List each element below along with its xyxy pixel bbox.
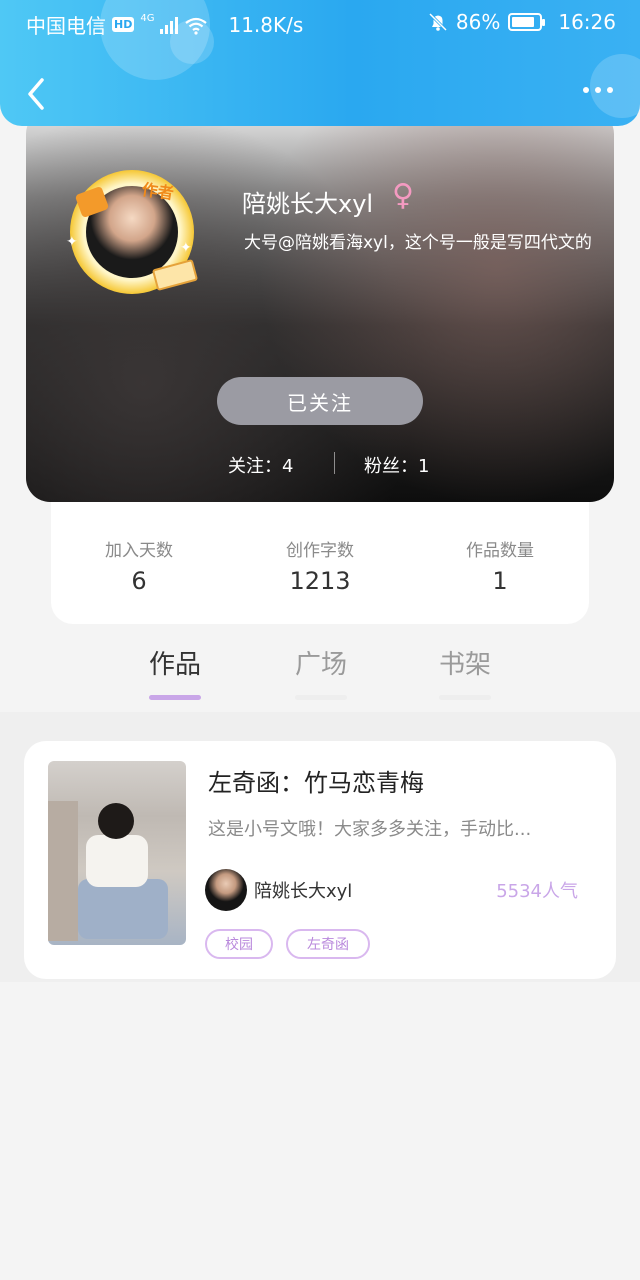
battery-percent: 86% xyxy=(455,10,501,34)
carrier-label: 中国电信 xyxy=(26,14,106,38)
wifi-icon xyxy=(184,16,208,35)
stat-value: 1 xyxy=(492,567,508,595)
work-cover-image xyxy=(48,761,186,945)
popularity-count: 5534人气 xyxy=(496,881,578,902)
stat-word-count: 创作字数 1213 xyxy=(250,536,390,595)
hd-badge: HD xyxy=(112,17,135,32)
tab-label: 书架 xyxy=(438,650,491,680)
follow-stats: 关注：4 粉丝：1 xyxy=(26,450,614,480)
stat-label: 创作字数 xyxy=(286,541,354,561)
author-name: 陪姚长大xyl xyxy=(254,881,353,902)
stat-value: 6 xyxy=(131,567,147,595)
stat-works-count: 作品数量 1 xyxy=(430,536,570,595)
author-badge: 作者 xyxy=(140,179,175,204)
following-count[interactable]: 关注：4 xyxy=(228,452,293,478)
more-horizontal-icon xyxy=(583,87,589,93)
stat-label: 加入天数 xyxy=(105,541,173,561)
female-icon: ♀ xyxy=(392,178,414,213)
tag-chip[interactable]: 左奇函 xyxy=(286,929,370,959)
status-bar: 中国电信 HD 4G 11.8K/s 86% 16:26 xyxy=(0,0,640,44)
tab-underline xyxy=(295,695,347,700)
top-header: 中国电信 HD 4G 11.8K/s 86% 16:26 xyxy=(0,0,640,126)
fans-count[interactable]: 粉丝：1 xyxy=(364,452,429,478)
network-speed: 11.8K/s xyxy=(228,12,304,37)
tab-square[interactable]: 广场 xyxy=(276,644,366,700)
tab-underline xyxy=(439,695,491,700)
tag-chip[interactable]: 校园 xyxy=(205,929,273,959)
tab-bar: 作品 广场 书架 xyxy=(0,640,640,712)
profile-card: 作者 ✦ ✦ 陪姚长大xyl ♀ 大号@陪姚看海xyl，这个号一般是写四代文的 … xyxy=(26,110,614,502)
sparkle-icon: ✦ xyxy=(66,234,78,250)
back-button[interactable] xyxy=(20,74,56,114)
profile-bio: 大号@陪姚看海xyl，这个号一般是写四代文的 xyxy=(244,233,592,253)
divider xyxy=(334,452,335,474)
tab-bookshelf[interactable]: 书架 xyxy=(420,644,510,700)
network-type: 4G xyxy=(140,13,155,24)
work-title: 左奇函：竹马恋青梅 xyxy=(208,769,424,797)
stat-join-days: 加入天数 6 xyxy=(69,536,209,595)
tab-underline xyxy=(149,695,201,700)
signal-icon xyxy=(160,16,179,34)
work-description: 这是小号文哦！大家多多关注，手动比... xyxy=(208,819,532,840)
tab-label: 广场 xyxy=(294,650,347,680)
battery-icon xyxy=(508,13,546,31)
author-avatar xyxy=(205,869,247,911)
tab-label: 作品 xyxy=(148,650,201,680)
more-options-button[interactable] xyxy=(578,80,618,100)
avatar[interactable]: 作者 ✦ ✦ xyxy=(66,170,199,294)
sparkle-icon: ✦ xyxy=(180,240,192,256)
clock: 16:26 xyxy=(558,10,616,34)
tab-works[interactable]: 作品 xyxy=(130,644,220,700)
stat-label: 作品数量 xyxy=(466,541,534,561)
profile-name: 陪姚长大xyl xyxy=(242,190,374,218)
work-card[interactable]: 左奇函：竹马恋青梅 这是小号文哦！大家多多关注，手动比... 陪姚长大xyl 5… xyxy=(24,741,616,979)
stat-value: 1213 xyxy=(289,567,351,595)
follow-button[interactable]: 已关注 xyxy=(217,377,423,425)
chevron-left-icon xyxy=(28,78,44,110)
mute-bell-icon xyxy=(428,12,448,32)
